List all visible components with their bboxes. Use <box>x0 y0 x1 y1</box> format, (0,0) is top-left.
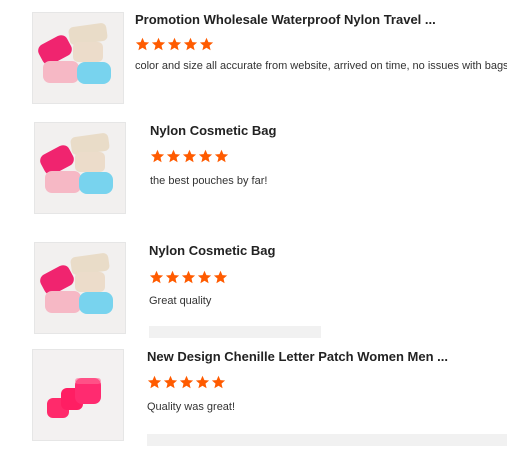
star-icon <box>163 375 178 389</box>
star-rating <box>149 270 229 286</box>
review-comment: the best pouches by far! <box>150 175 268 187</box>
star-rating <box>147 375 227 391</box>
star-icon <box>181 270 196 284</box>
star-icon <box>166 149 181 163</box>
star-icon <box>214 149 229 163</box>
star-icon <box>213 270 228 284</box>
star-icon <box>198 149 213 163</box>
star-icon <box>182 149 197 163</box>
review-comment: color and size all accurate from website… <box>135 60 507 72</box>
review-product-title[interactable]: Nylon Cosmetic Bag <box>149 243 449 258</box>
review-product-title[interactable]: New Design Chenille Letter Patch Women M… <box>147 349 467 364</box>
star-icon <box>135 37 150 51</box>
loading-placeholder <box>147 434 507 446</box>
review-product-title[interactable]: Nylon Cosmetic Bag <box>150 123 450 138</box>
star-rating <box>135 37 215 53</box>
star-icon <box>195 375 210 389</box>
review-product-title[interactable]: Promotion Wholesale Waterproof Nylon Tra… <box>135 12 435 27</box>
product-thumbnail-nylon-bags[interactable] <box>34 242 126 334</box>
loading-placeholder <box>149 326 321 338</box>
star-icon <box>199 37 214 51</box>
product-thumbnail-nylon-bags[interactable] <box>34 122 126 214</box>
review-comment: Great quality <box>149 295 212 307</box>
star-icon <box>211 375 226 389</box>
star-icon <box>147 375 162 389</box>
star-icon <box>167 37 182 51</box>
star-icon <box>197 270 212 284</box>
product-thumbnail-nylon-bags[interactable] <box>32 12 124 104</box>
star-icon <box>179 375 194 389</box>
star-rating <box>150 149 230 165</box>
star-icon <box>183 37 198 51</box>
star-icon <box>151 37 166 51</box>
review-comment: Quality was great! <box>147 401 236 413</box>
product-thumbnail-chenille-bags[interactable] <box>32 349 124 441</box>
star-icon <box>150 149 165 163</box>
star-icon <box>149 270 164 284</box>
star-icon <box>165 270 180 284</box>
